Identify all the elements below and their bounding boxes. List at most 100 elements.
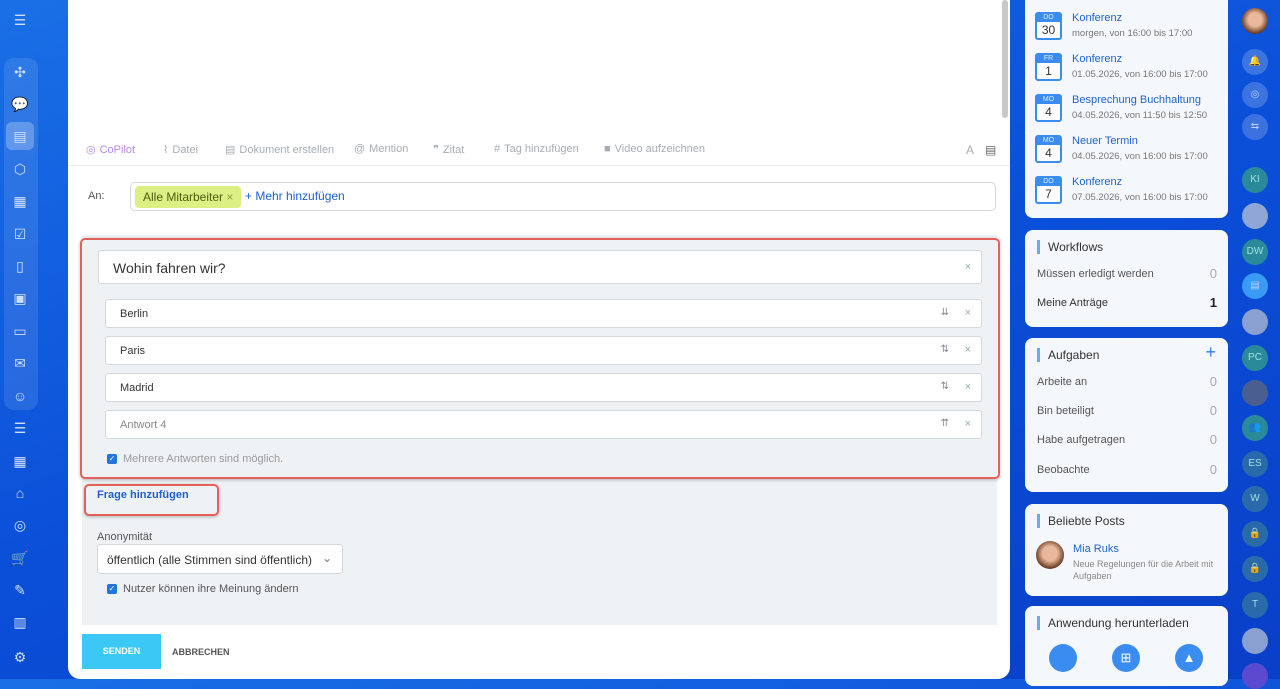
card-title: Anwendung herunterladen xyxy=(1037,616,1189,630)
sort-icon[interactable]: ⇅ xyxy=(941,381,949,392)
docs-icon[interactable]: ▯ xyxy=(10,256,30,276)
remove-icon[interactable]: × xyxy=(965,381,971,393)
answer-input[interactable]: Antwort 4 ⇈ × xyxy=(105,410,982,439)
target-icon[interactable]: ◎ xyxy=(10,515,30,535)
apple-icon[interactable] xyxy=(1049,644,1077,672)
copilot-button[interactable]: ◎ CoPilot xyxy=(86,143,135,156)
contact-avatar[interactable]: DW xyxy=(1242,239,1268,265)
text-format-icon[interactable]: A xyxy=(966,143,974,157)
post-author[interactable]: Mia Ruks xyxy=(1073,543,1119,555)
anonymity-select[interactable]: öffentlich (alle Stimmen sind öffentlich… xyxy=(97,544,343,574)
board-icon[interactable]: ▣ xyxy=(10,288,30,308)
bell-icon[interactable]: 🔔 xyxy=(1242,49,1268,75)
settings-icon[interactable]: ⚙ xyxy=(10,647,30,667)
event-item[interactable]: DO 30 Konferenz morgen, von 16:00 bis 17:00 xyxy=(1035,12,1225,44)
task-row[interactable]: Bin beteiligt 0 xyxy=(1037,403,1217,418)
change-opinion-checkbox[interactable]: ✓ Nutzer können ihre Meinung ändern xyxy=(107,583,299,595)
file-button[interactable]: ⌇ Datei xyxy=(163,143,198,156)
user-avatar[interactable] xyxy=(1242,8,1268,34)
layout-icon[interactable]: ▤ xyxy=(985,143,996,157)
news-icon[interactable]: ▤ xyxy=(6,122,34,150)
workflow-row[interactable]: Meine Anträge 1 xyxy=(1037,295,1217,310)
contact-avatar[interactable]: W xyxy=(1242,486,1268,512)
sort-icon[interactable]: ⇊ xyxy=(941,307,949,318)
linux-icon[interactable]: ▲ xyxy=(1175,644,1203,672)
windows-icon[interactable]: ⊞ xyxy=(1112,644,1140,672)
calendar-icon: MO 4 xyxy=(1035,135,1062,163)
contact-avatar[interactable]: T xyxy=(1242,592,1268,618)
remove-icon[interactable]: × xyxy=(965,344,971,356)
menu-icon[interactable]: ☰ xyxy=(10,10,30,30)
contact-avatar[interactable] xyxy=(1242,380,1268,406)
sort-icon[interactable]: ⇅ xyxy=(941,344,949,355)
answer-input[interactable]: Paris ⇅ × xyxy=(105,336,982,365)
contact-avatar[interactable]: PC xyxy=(1242,345,1268,371)
recipient-tag[interactable]: Alle Mitarbeiter × xyxy=(135,186,242,208)
checkbox-checked-icon: ✓ xyxy=(107,584,117,595)
funnel-icon[interactable]: ☰ xyxy=(10,418,30,438)
sign-icon[interactable]: ✎ xyxy=(10,580,30,600)
copilot-icon[interactable]: ◎ xyxy=(1242,82,1268,108)
add-more-link[interactable]: + Mehr hinzufügen xyxy=(245,189,345,203)
post-text[interactable]: Neue Regelungen für die Arbeit mit Aufga… xyxy=(1073,558,1223,582)
mail-icon[interactable]: ✉ xyxy=(10,353,30,373)
avatar[interactable] xyxy=(1036,541,1064,569)
question-input[interactable]: Wohin fahren wir? × xyxy=(98,250,982,284)
store-icon[interactable]: ⌂ xyxy=(10,483,30,503)
send-button[interactable]: SENDEN xyxy=(82,634,161,669)
copilot-avatar[interactable] xyxy=(1242,663,1268,689)
chat-switch-icon[interactable]: ⇆ xyxy=(1242,114,1268,140)
scrollbar[interactable] xyxy=(1002,0,1008,118)
remove-icon[interactable]: × xyxy=(965,418,971,430)
recipients-field[interactable]: Alle Mitarbeiter × + Mehr hinzufügen xyxy=(130,182,996,211)
analytics-icon[interactable]: ▥ xyxy=(10,612,30,632)
event-item[interactable]: MO 4 Neuer Termin 04.05.2026, von 16:00 bis… xyxy=(1035,135,1225,167)
lock-icon[interactable]: 🔒 xyxy=(1242,521,1268,547)
lock-icon[interactable]: 🔒 xyxy=(1242,556,1268,582)
remove-tag-icon[interactable]: × xyxy=(226,190,233,204)
contact-avatar[interactable] xyxy=(1242,203,1268,229)
multiple-answers-checkbox[interactable]: ✓ Mehrere Antworten sind möglich. xyxy=(107,453,283,465)
recipients-label: An: xyxy=(88,190,105,202)
answer-input[interactable]: Berlin ⇊ × xyxy=(105,299,982,328)
event-item[interactable]: MO 4 Besprechung Buchhaltung 04.05.2026, vo… xyxy=(1035,94,1225,126)
clear-icon[interactable]: × xyxy=(965,261,971,273)
tasks-icon[interactable]: ☑ xyxy=(10,224,30,244)
calendar-icon[interactable]: ▦ xyxy=(10,191,30,211)
contact-avatar[interactable]: ES xyxy=(1242,451,1268,477)
tag-button[interactable]: # Tag hinzufügen xyxy=(494,143,579,155)
event-item[interactable]: DO 7 Konferenz 07.05.2026, von 16:00 bis 17… xyxy=(1035,176,1225,208)
event-item[interactable]: FR 1 Konferenz 01.05.2026, von 16:00 bis 17… xyxy=(1035,53,1225,85)
group-avatar[interactable] xyxy=(1242,628,1268,654)
answer-input[interactable]: Madrid ⇅ × xyxy=(105,373,982,402)
sort-icon[interactable]: ⇈ xyxy=(941,418,949,429)
post-editor: ◎ CoPilot ⌇ Datei ▤ Dokument erstellen @ Men… xyxy=(68,0,1010,679)
chat-icon[interactable]: ▤ xyxy=(1242,273,1268,299)
add-task-button[interactable]: + xyxy=(1205,342,1216,363)
group-icon[interactable]: 👥 xyxy=(1242,415,1268,441)
contacts-icon[interactable]: ☺ xyxy=(10,386,30,406)
drive-icon[interactable]: ▭ xyxy=(10,321,30,341)
cancel-button[interactable]: ABBRECHEN xyxy=(172,647,230,657)
task-row[interactable]: Arbeite an 0 xyxy=(1037,374,1217,389)
workflow-row[interactable]: Müssen erledigt werden 0 xyxy=(1037,266,1217,281)
video-button[interactable]: ■ Video aufzeichnen xyxy=(604,143,705,155)
quote-button[interactable]: ❞ Zitat xyxy=(433,143,464,156)
contact-avatar[interactable] xyxy=(1242,309,1268,335)
calendar-icon: DO 30 xyxy=(1035,12,1062,40)
copilot-icon: ◎ xyxy=(86,144,96,156)
groups-icon[interactable]: ⬡ xyxy=(10,159,30,179)
create-document-button[interactable]: ▤ Dokument erstellen xyxy=(225,143,334,156)
booking-icon[interactable]: ▦ xyxy=(10,451,30,471)
feed-icon[interactable]: ✣ xyxy=(10,62,30,82)
remove-icon[interactable]: × xyxy=(965,307,971,319)
task-row[interactable]: Habe aufgetragen 0 xyxy=(1037,432,1217,447)
contact-avatar[interactable]: KI xyxy=(1242,167,1268,193)
chat-icon[interactable]: 💬 xyxy=(10,94,30,114)
cart-icon[interactable]: 🛒 xyxy=(10,548,30,568)
calendar-icon: MO 4 xyxy=(1035,94,1062,122)
mention-button[interactable]: @ Mention xyxy=(354,143,408,155)
task-row[interactable]: Beobachte 0 xyxy=(1037,462,1217,477)
popular-posts-card: Beliebte Posts Mia Ruks Neue Regelungen … xyxy=(1025,504,1228,596)
add-question-link[interactable]: Frage hinzufügen xyxy=(97,489,189,501)
